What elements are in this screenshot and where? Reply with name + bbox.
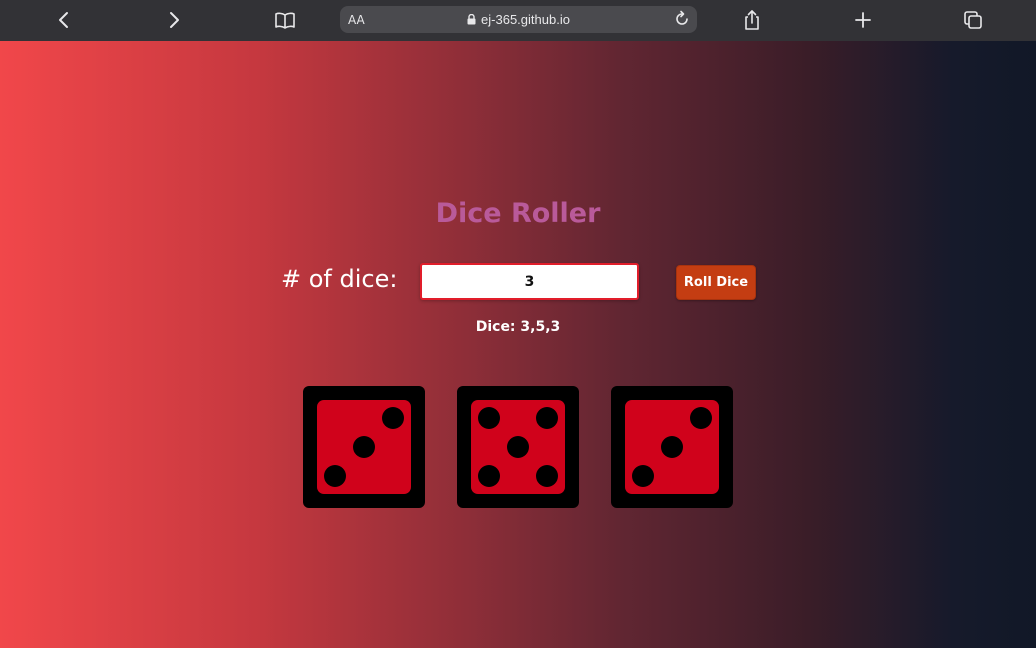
- url-container: ej-365.github.io: [340, 6, 697, 33]
- new-tab-button[interactable]: [848, 6, 878, 34]
- lock-icon: [467, 14, 476, 25]
- die-pip: [478, 407, 500, 429]
- dice-count-label: # of dice:: [281, 265, 398, 293]
- die-pip: [324, 465, 346, 487]
- back-button[interactable]: [49, 6, 79, 34]
- die-2: [457, 386, 579, 508]
- die-pip: [536, 465, 558, 487]
- share-button[interactable]: [737, 6, 767, 34]
- dice-result-text: Dice: 3,5,3: [475, 319, 561, 335]
- die-face: [471, 400, 565, 494]
- tabs-button[interactable]: [958, 6, 988, 34]
- die-pip: [690, 407, 712, 429]
- die-pip: [661, 436, 683, 458]
- plus-icon: [855, 12, 871, 28]
- roll-dice-button[interactable]: Roll Dice: [676, 265, 756, 300]
- share-icon: [745, 10, 759, 30]
- dice-count-input[interactable]: [420, 263, 639, 300]
- address-bar[interactable]: AA ej-365.github.io: [340, 6, 697, 33]
- reader-button[interactable]: [270, 6, 300, 34]
- die-pip: [507, 436, 529, 458]
- die-1: [303, 386, 425, 508]
- browser-toolbar: AA ej-365.github.io: [0, 0, 1036, 41]
- book-icon: [275, 12, 295, 29]
- chevron-right-icon: [170, 12, 179, 28]
- die-3: [611, 386, 733, 508]
- die-pip: [632, 465, 654, 487]
- page-content: Dice Roller # of dice: Roll Dice Dice: 3…: [0, 41, 1036, 648]
- die-face: [317, 400, 411, 494]
- reload-icon[interactable]: [673, 10, 691, 28]
- chevron-left-icon: [59, 12, 68, 28]
- page-title: Dice Roller: [435, 198, 601, 229]
- die-pip: [382, 407, 404, 429]
- forward-button[interactable]: [159, 6, 189, 34]
- tabs-icon: [964, 11, 982, 29]
- die-pip: [353, 436, 375, 458]
- die-pip: [536, 407, 558, 429]
- die-face: [625, 400, 719, 494]
- die-pip: [478, 465, 500, 487]
- url-text: ej-365.github.io: [481, 12, 570, 27]
